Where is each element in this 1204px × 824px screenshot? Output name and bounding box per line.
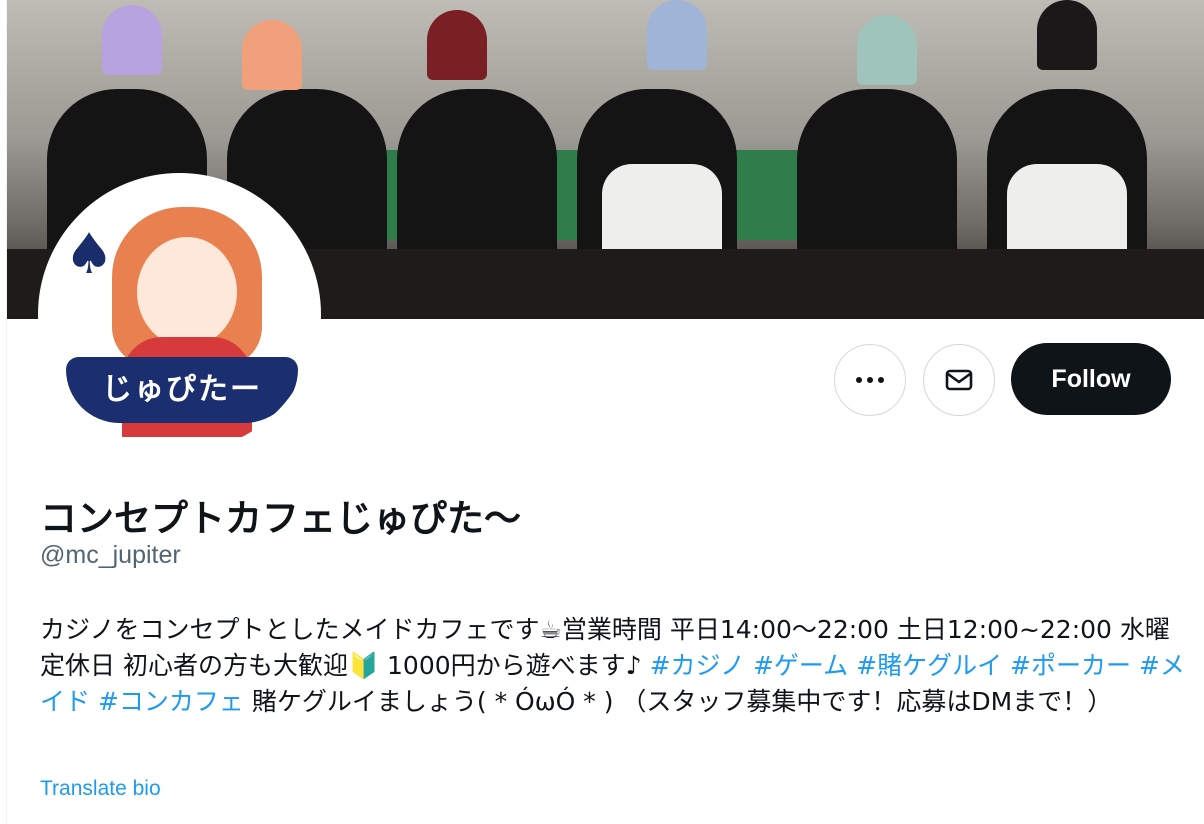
hashtag-link[interactable]: #ポーカー bbox=[1010, 651, 1131, 680]
profile-avatar[interactable]: ♠ じゅぴたー bbox=[38, 173, 321, 456]
envelope-icon bbox=[945, 369, 973, 391]
hashtag-link[interactable]: #ゲーム bbox=[753, 651, 848, 680]
banner-bow bbox=[242, 20, 302, 90]
avatar-logo-text: じゅぴたー bbox=[66, 357, 298, 423]
banner-bow bbox=[427, 10, 487, 80]
banner-bow bbox=[102, 5, 162, 75]
banner-bow bbox=[1037, 0, 1097, 70]
bio-text bbox=[1131, 651, 1139, 680]
left-border bbox=[0, 0, 7, 824]
bio-text bbox=[90, 687, 98, 716]
message-button[interactable] bbox=[923, 344, 995, 416]
hashtag-link[interactable]: #カジノ bbox=[650, 651, 745, 680]
display-name: コンセプトカフェじゅぴた〜 bbox=[40, 497, 521, 540]
translate-bio-link[interactable]: Translate bio bbox=[40, 777, 161, 801]
more-icon bbox=[856, 377, 884, 383]
banner-bow bbox=[647, 0, 707, 70]
follow-button[interactable]: Follow bbox=[1011, 343, 1171, 415]
hashtag-link[interactable]: #コンカフェ bbox=[98, 687, 244, 716]
profile-bio: カジノをコンセプトとしたメイドカフェです☕営業時間 平日14:00〜22:00 … bbox=[40, 612, 1190, 720]
bio-text bbox=[848, 651, 856, 680]
avatar-face bbox=[137, 237, 237, 347]
bio-text bbox=[1002, 651, 1010, 680]
more-options-button[interactable] bbox=[834, 344, 906, 416]
bio-text: 賭ケグルイましょう( * ÓωÓ * ) （スタッフ募集中です！応募はDMまで！… bbox=[243, 687, 1113, 716]
bio-text bbox=[745, 651, 753, 680]
banner-bow bbox=[857, 15, 917, 85]
spade-icon: ♠ bbox=[64, 222, 115, 287]
user-handle: @mc_jupiter bbox=[40, 541, 181, 569]
hashtag-link[interactable]: #賭ケグルイ bbox=[856, 651, 1002, 680]
